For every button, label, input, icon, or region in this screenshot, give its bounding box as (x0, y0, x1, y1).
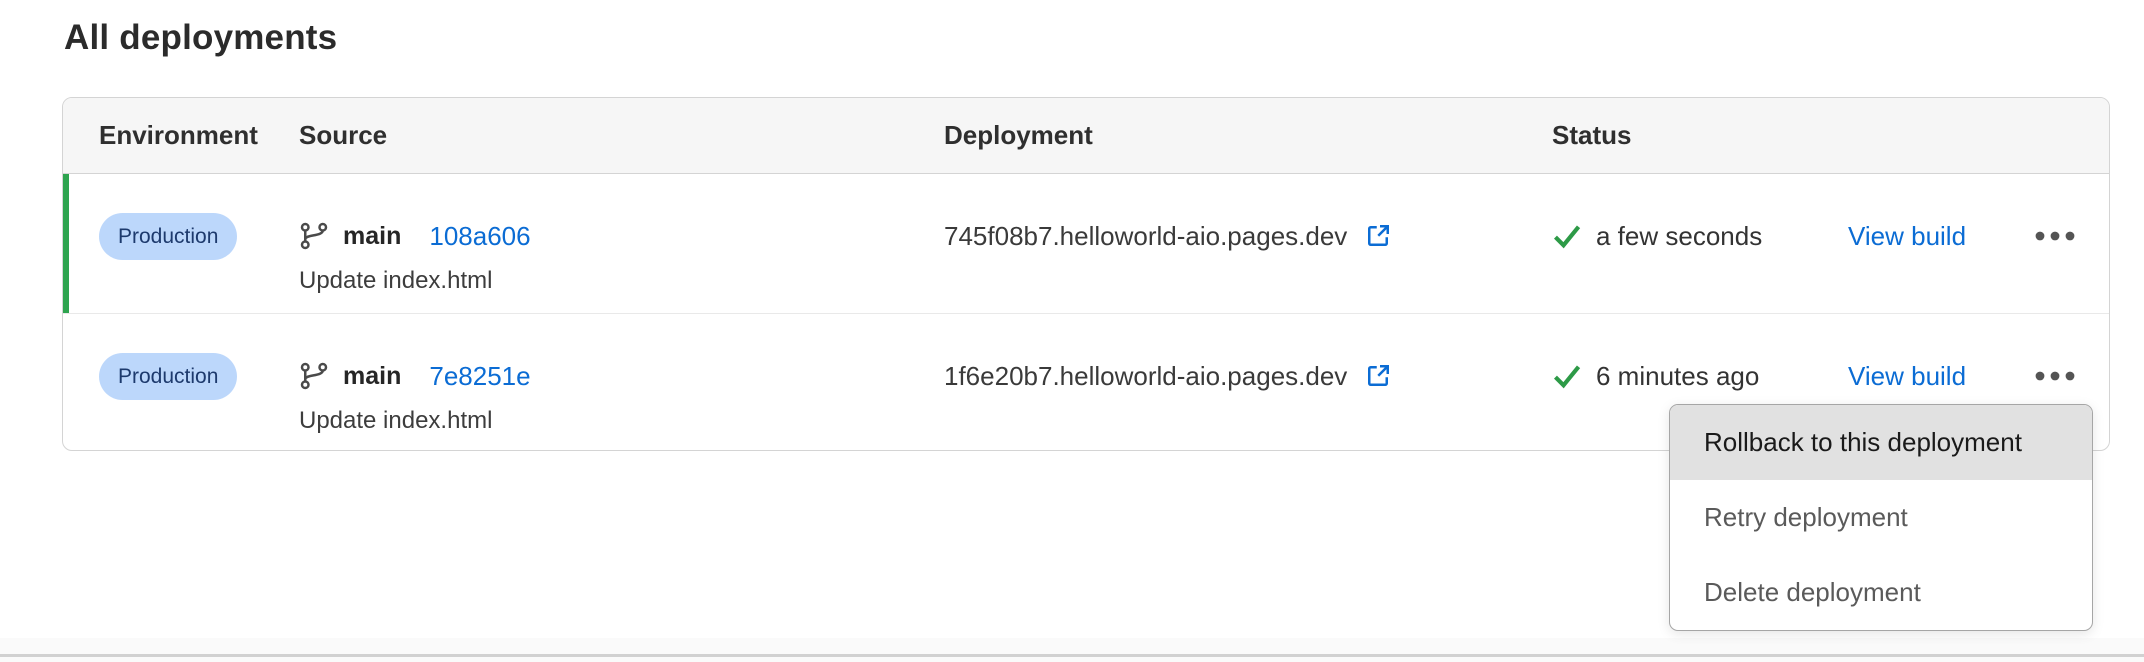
commit-message: Update index.html (299, 264, 908, 298)
external-link-icon[interactable] (1363, 361, 1393, 391)
status-cell: a few seconds View build (1510, 174, 2109, 313)
deployment-url: 745f08b7.helloworld-aio.pages.dev (944, 221, 1347, 252)
commit-message: Update index.html (299, 404, 908, 438)
check-icon (1552, 362, 1582, 390)
row-actions-menu: Rollback to this deployment Retry deploy… (1669, 404, 2093, 631)
status-time: a few seconds (1596, 221, 1848, 252)
menu-item-rollback[interactable]: Rollback to this deployment (1670, 405, 2092, 480)
footer-below (0, 657, 2144, 662)
deployment-url: 1f6e20b7.helloworld-aio.pages.dev (944, 361, 1347, 392)
column-header-deployment: Deployment (908, 120, 1510, 151)
table-header-row: Environment Source Deployment Status (63, 98, 2109, 174)
environment-cell: Production (63, 174, 263, 313)
branch-name: main (343, 222, 401, 251)
git-branch-icon (299, 361, 329, 391)
view-build-link[interactable]: View build (1848, 361, 1966, 392)
deployment-cell: 745f08b7.helloworld-aio.pages.dev (908, 174, 1510, 313)
source-cell: main 7e8251e Update index.html (263, 314, 908, 450)
column-header-environment: Environment (63, 120, 263, 151)
current-deployment-indicator (63, 174, 69, 313)
deployment-row: Production main 108a606 Update index.htm… (63, 174, 2109, 313)
git-branch-icon (299, 221, 329, 251)
commit-link[interactable]: 108a606 (429, 221, 530, 252)
commit-link[interactable]: 7e8251e (429, 361, 530, 392)
source-cell: main 108a606 Update index.html (263, 174, 908, 313)
page-title: All deployments (64, 18, 337, 58)
ellipsis-icon[interactable] (2035, 364, 2075, 388)
check-icon (1552, 222, 1582, 250)
environment-badge: Production (99, 353, 237, 400)
menu-item-delete[interactable]: Delete deployment (1670, 555, 2092, 630)
ellipsis-icon[interactable] (2035, 224, 2075, 248)
view-build-link[interactable]: View build (1848, 221, 1966, 252)
external-link-icon[interactable] (1363, 221, 1393, 251)
footer-band (0, 638, 2144, 654)
deployments-table: Environment Source Deployment Status Pro… (62, 97, 2110, 451)
menu-item-retry[interactable]: Retry deployment (1670, 480, 2092, 555)
deployment-cell: 1f6e20b7.helloworld-aio.pages.dev (908, 314, 1510, 450)
column-header-status: Status (1510, 120, 2109, 151)
branch-name: main (343, 362, 401, 391)
status-time: 6 minutes ago (1596, 361, 1848, 392)
environment-badge: Production (99, 213, 237, 260)
column-header-source: Source (263, 120, 908, 151)
environment-cell: Production (63, 314, 263, 450)
